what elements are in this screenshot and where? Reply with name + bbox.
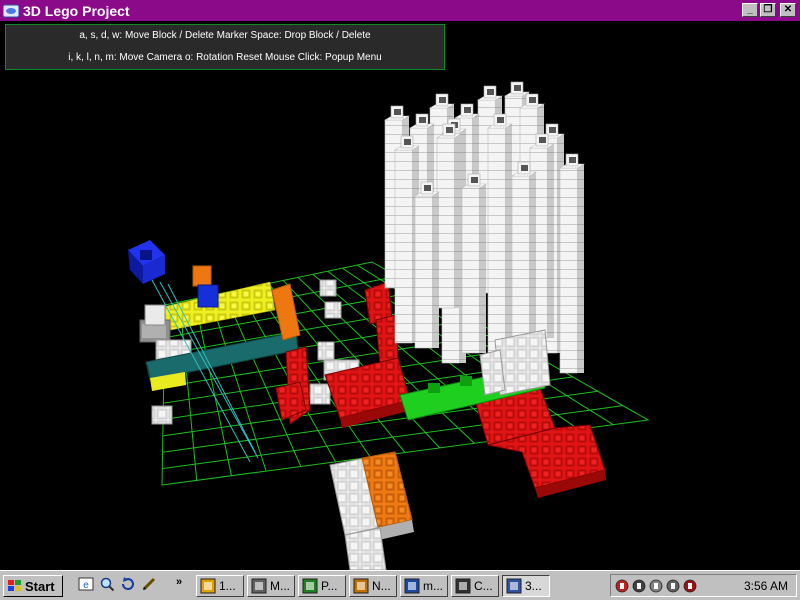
refresh-icon[interactable] (120, 576, 136, 592)
quick-launch-overflow-chevron[interactable]: » (176, 576, 182, 588)
task-label: m... (423, 579, 443, 593)
task-buttons: 1... M... P... N... m... C... 3... (196, 575, 550, 597)
lightning-icon (200, 578, 216, 594)
app-icon (506, 578, 522, 594)
help-panel: a, s, d, w: Move Block / Delete Marker S… (5, 24, 445, 70)
app-icon (3, 4, 19, 17)
user-icon[interactable] (683, 579, 697, 593)
search-icon[interactable] (99, 576, 115, 592)
window-title: 3D Lego Project (23, 2, 130, 19)
network-icon[interactable] (649, 579, 663, 593)
tower-column (413, 181, 441, 349)
lego-tower-cluster (383, 81, 586, 396)
gear-icon (251, 578, 267, 594)
task-button[interactable]: 3... (502, 575, 550, 597)
pen-icon[interactable] (141, 576, 157, 592)
close-button[interactable]: ✕ (780, 3, 796, 17)
system-tray: 3:56 AM (610, 574, 797, 597)
task-label: M... (270, 579, 290, 593)
taskbar: Start e » 1... M... P... N... m... C... 3... 3… (0, 570, 800, 600)
task-label: 1... (219, 579, 236, 593)
trash-icon (302, 578, 318, 594)
magnifier-icon (404, 578, 420, 594)
task-label: 3... (525, 579, 542, 593)
task-label: P... (321, 579, 338, 593)
svg-text:e: e (83, 580, 89, 591)
grid-icon (353, 578, 369, 594)
task-button[interactable]: N... (349, 575, 397, 597)
start-label: Start (25, 578, 55, 594)
title-bar[interactable]: 3D Lego Project _ ❐ ✕ (0, 0, 800, 21)
satellite-icon[interactable] (666, 579, 680, 593)
console-icon (455, 578, 471, 594)
task-button[interactable]: 1... (196, 575, 244, 597)
tower-column (435, 123, 463, 309)
clock[interactable]: 3:56 AM (744, 579, 788, 593)
help-line-camera-controls: i, k, l, n, m: Move Camera o: Rotation R… (68, 52, 382, 63)
start-button[interactable]: Start (3, 575, 63, 597)
task-button[interactable]: P... (298, 575, 346, 597)
task-button[interactable]: M... (247, 575, 295, 597)
minimize-button[interactable]: _ (742, 3, 758, 17)
windows-logo-icon (8, 580, 21, 591)
speaker-icon[interactable] (632, 579, 646, 593)
task-label: N... (372, 579, 391, 593)
tower-column (460, 173, 488, 354)
lego-3d-viewport[interactable] (0, 70, 800, 570)
ie-icon[interactable]: e (78, 576, 94, 592)
tower-column (486, 113, 514, 369)
help-line-block-controls: a, s, d, w: Move Block / Delete Marker S… (79, 30, 371, 41)
lego-block-cluster-bottom (329, 451, 414, 570)
tower-column (558, 153, 586, 374)
shield-icon[interactable] (615, 579, 629, 593)
quick-launch: e (78, 576, 157, 592)
task-button[interactable]: C... (451, 575, 499, 597)
maximize-button[interactable]: ❐ (760, 3, 776, 17)
task-label: C... (474, 579, 493, 593)
task-button[interactable]: m... (400, 575, 448, 597)
